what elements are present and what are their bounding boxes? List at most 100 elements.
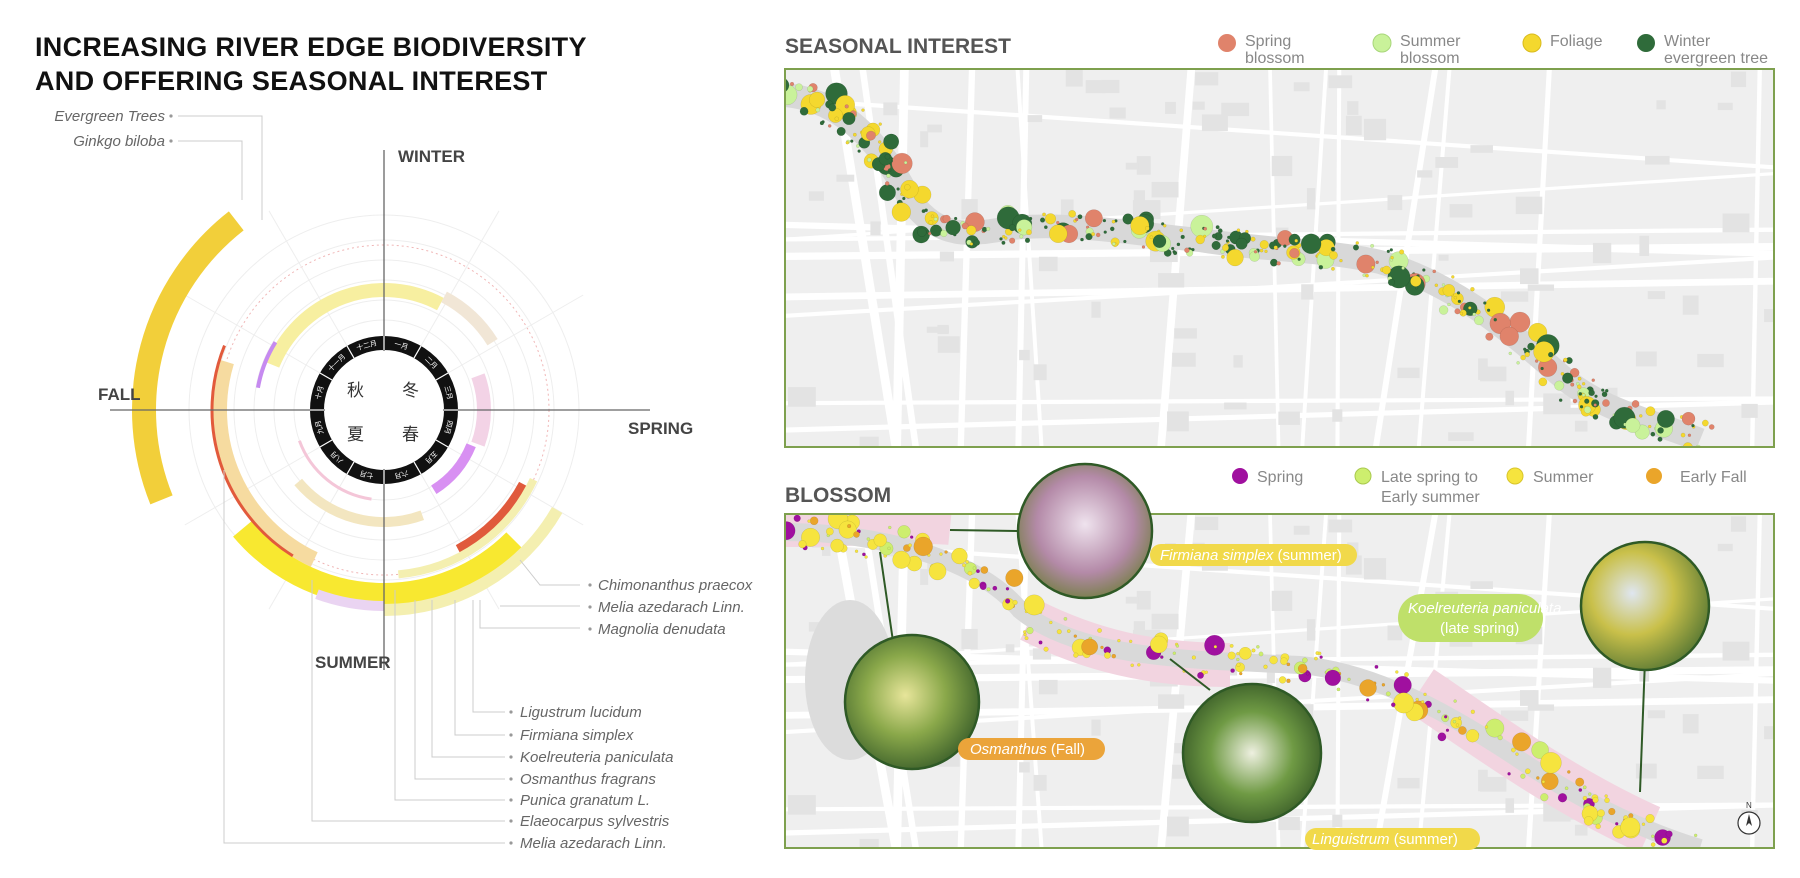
- building: [1165, 101, 1176, 114]
- tree-dot: [896, 187, 900, 191]
- tree-dot: [1103, 230, 1107, 234]
- building: [1278, 411, 1300, 425]
- koelreuteria-photo: [1579, 540, 1711, 672]
- tree-dot: [1497, 734, 1503, 741]
- tree-dot: [1382, 265, 1391, 275]
- building: [926, 326, 949, 333]
- legend-label: blossom: [1245, 50, 1305, 67]
- linguistrum-photo: [1181, 682, 1323, 824]
- building: [1278, 816, 1300, 831]
- legend-dot-foliage: [1522, 33, 1542, 53]
- center-char-winter: 冬: [402, 381, 419, 401]
- center-disc: [325, 351, 443, 469]
- tree-dot: [1601, 388, 1605, 392]
- seasonal-map[interactable]: [774, 69, 1789, 453]
- tree-dot: [886, 173, 891, 179]
- tree-dot: [1144, 226, 1150, 231]
- tree-dot: [1225, 239, 1230, 243]
- tree-dot: [1457, 299, 1462, 304]
- tree-dot: [1701, 419, 1709, 427]
- tree-dot: [1172, 651, 1177, 656]
- firmiana-label: Firmiana simplex (summer): [1160, 547, 1342, 564]
- tree-dot: [1217, 228, 1223, 234]
- tree-dot: [1564, 786, 1569, 791]
- tree-dot: [1305, 671, 1310, 676]
- tree-dot: [1259, 240, 1269, 250]
- tree-dot: [1472, 312, 1477, 317]
- building: [1478, 769, 1488, 792]
- tree-dot: [1286, 678, 1291, 684]
- tree-dot: [1336, 687, 1341, 692]
- tree-dot: [1111, 653, 1117, 659]
- tree-dot: [1657, 436, 1663, 442]
- tree-dot: [799, 106, 809, 116]
- legend-label: Summer: [1400, 33, 1461, 50]
- tree-dot: [1269, 655, 1278, 665]
- tree-dot: [1650, 431, 1656, 437]
- tree-dot: [1315, 651, 1320, 656]
- building: [1543, 393, 1571, 415]
- building: [1101, 79, 1120, 94]
- tree-dot: [1608, 807, 1616, 816]
- tree-dot: [1300, 233, 1322, 255]
- season-fall: FALL: [98, 385, 141, 404]
- building: [1527, 284, 1555, 291]
- tree-dot: [1524, 351, 1530, 358]
- tree-dot: [928, 562, 947, 581]
- tree-dot: [953, 216, 958, 221]
- tree-dot: [1572, 398, 1578, 404]
- tree-dot: [809, 91, 826, 108]
- building: [1293, 525, 1310, 535]
- building: [1656, 100, 1666, 110]
- tree-dot: [1696, 855, 1702, 861]
- tree-dot: [1558, 398, 1563, 403]
- tree-dot: [878, 151, 893, 166]
- legend-label: Early summer: [1381, 489, 1480, 506]
- tree-dot: [1024, 636, 1029, 641]
- tree-dot: [1039, 217, 1046, 223]
- tree-dot: [1374, 664, 1379, 669]
- building: [920, 131, 929, 148]
- building: [1682, 295, 1699, 315]
- legend-dot-summer: [1506, 467, 1524, 485]
- tree-dot: [1238, 646, 1252, 660]
- tree-dot: [944, 550, 948, 554]
- label-right: Magnolia denudata: [598, 621, 726, 638]
- building: [1741, 403, 1758, 418]
- tree-dot: [1095, 232, 1101, 238]
- tree-dot: [1184, 247, 1190, 254]
- tree-dot: [1538, 377, 1548, 387]
- firmiana-photo: [1016, 462, 1154, 600]
- tree-dot: [1227, 651, 1236, 660]
- tree-dot: [1009, 237, 1016, 244]
- building: [961, 628, 978, 650]
- building: [1722, 641, 1750, 661]
- tree-dot: [1175, 644, 1180, 648]
- tree-dot: [1691, 423, 1695, 428]
- tree-dot: [1453, 699, 1457, 703]
- tree-dot: [1074, 217, 1079, 222]
- building: [1520, 690, 1539, 706]
- building: [920, 568, 929, 585]
- building: [1505, 798, 1515, 813]
- tree-dot: [873, 533, 887, 547]
- building: [1520, 268, 1539, 285]
- tree-dot: [1236, 662, 1241, 667]
- tree-dot: [1130, 663, 1135, 668]
- tree-dot: [1583, 406, 1592, 414]
- tree-dot: [1109, 226, 1115, 232]
- tree-dot: [1077, 214, 1083, 220]
- building: [883, 102, 898, 116]
- tree-dot: [1602, 399, 1610, 407]
- building: [1574, 420, 1588, 432]
- tree-dot: [853, 531, 860, 538]
- tree-dot: [907, 543, 913, 548]
- tree-dot: [1389, 248, 1394, 252]
- tree-dot: [1687, 433, 1692, 437]
- building: [1033, 774, 1047, 791]
- tree-dot: [1597, 809, 1605, 818]
- tree-dot: [1091, 232, 1096, 237]
- tree-dot: [1330, 246, 1336, 252]
- tree-dot: [1230, 668, 1235, 673]
- building: [1019, 349, 1030, 361]
